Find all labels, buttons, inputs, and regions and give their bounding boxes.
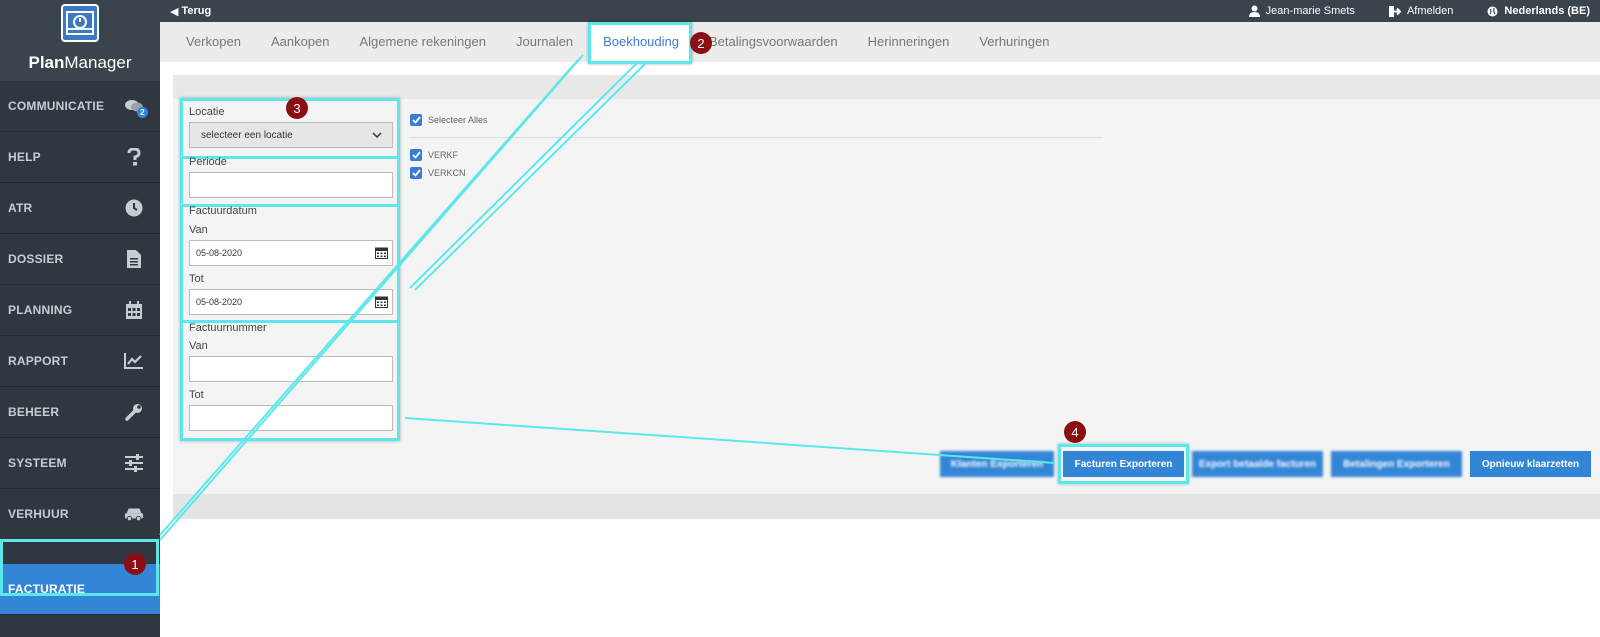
user-menu[interactable]: Jean-marie Smets: [1248, 5, 1355, 17]
tab-aankopen[interactable]: Aankopen: [271, 22, 330, 62]
logo-area: PlanManager: [0, 0, 160, 81]
checkbox-divider: [409, 137, 1102, 138]
notification-badge: 2: [137, 107, 148, 118]
tab-algemene-rekeningen[interactable]: Algemene rekeningen: [360, 22, 486, 62]
locatie-label: Locatie: [189, 106, 225, 118]
locatie-select[interactable]: selecteer een locatie: [189, 122, 393, 148]
language-selector[interactable]: Nederlands (BE): [1487, 5, 1590, 17]
user-icon: [1248, 5, 1260, 17]
sidebar-item-planning[interactable]: PLANNING: [0, 285, 160, 336]
sidebar-item-label: PLANNING: [8, 303, 73, 317]
tab-herinneringen[interactable]: Herinneringen: [868, 22, 950, 62]
sidebar-item-label: RAPPORT: [8, 354, 69, 368]
sliders-icon: [124, 453, 144, 473]
back-link[interactable]: ◀ Terug: [170, 5, 211, 18]
tab-bar: Verkopen Aankopen Algemene rekeningen Jo…: [160, 22, 1600, 62]
sidebar-item-dossier[interactable]: DOSSIER: [0, 234, 160, 285]
calendar-icon: [124, 300, 144, 320]
panel-footer: [173, 494, 1600, 519]
number-to-field[interactable]: [189, 405, 393, 431]
sidebar-item-beheer[interactable]: BEHEER: [0, 387, 160, 438]
sidebar-item-label: BEHEER: [8, 405, 60, 419]
car-icon: [124, 504, 144, 524]
date-to-field[interactable]: 05-08-2020: [189, 289, 393, 315]
document-icon: [124, 249, 144, 269]
wrench-icon: [124, 402, 144, 422]
sidebar-item-communicatie[interactable]: COMMUNICATIE 2: [0, 81, 160, 132]
sidebar-item-systeem[interactable]: SYSTEEM: [0, 438, 160, 489]
tab-verkopen[interactable]: Verkopen: [186, 22, 241, 62]
tab-journalen[interactable]: Journalen: [516, 22, 573, 62]
checkmark-icon: [410, 167, 422, 179]
step-marker-3: 3: [286, 97, 308, 119]
top-bar: ◀ Terug Jean-marie Smets Afmelden Nederl…: [160, 0, 1600, 22]
sidebar-item-label: VERHUUR: [8, 507, 69, 521]
panel-header: [173, 75, 1600, 99]
factuurdatum-label: Factuurdatum: [189, 205, 257, 217]
number-from-field[interactable]: [189, 356, 393, 382]
number-to-label: Tot: [189, 389, 204, 401]
globe-icon: [1487, 6, 1498, 16]
app-name: PlanManager: [28, 53, 132, 72]
tab-highlight-box: [588, 22, 692, 64]
triangle-left-icon: ◀: [170, 5, 179, 18]
date-from-field[interactable]: 05-08-2020: [189, 240, 393, 266]
chevron-down-icon: [372, 132, 382, 139]
export-paid-invoices-button[interactable]: Export betaalde facturen: [1192, 451, 1323, 477]
calendar-icon[interactable]: [375, 295, 388, 308]
clock-icon: [124, 198, 144, 218]
export-payments-button[interactable]: Betalingen Exporteren: [1331, 451, 1462, 477]
journal-checkbox-verkcn[interactable]: VERKCN: [410, 167, 466, 179]
sidebar-item-rapport[interactable]: RAPPORT: [0, 336, 160, 387]
chart-icon: [124, 351, 144, 371]
sidebar-item-atr[interactable]: ATR: [0, 183, 160, 234]
date-to-label: Tot: [189, 273, 204, 285]
step-marker-1: 1: [124, 553, 146, 575]
date-from-label: Van: [189, 224, 208, 236]
sidebar-item-label: DOSSIER: [8, 252, 64, 266]
sidebar-item-label: ATR: [8, 201, 33, 215]
sidebar-item-label: HELP: [8, 150, 41, 164]
checkmark-icon: [410, 149, 422, 161]
step-marker-4: 4: [1064, 421, 1086, 443]
checkmark-icon: [410, 114, 422, 126]
periode-label: Periode: [189, 156, 227, 168]
export-invoices-button[interactable]: Facturen Exporteren: [1063, 451, 1184, 477]
filter-highlight-box: [180, 98, 400, 441]
tab-verhuringen[interactable]: Verhuringen: [979, 22, 1049, 62]
step-marker-2: 2: [690, 32, 712, 54]
export-clients-button[interactable]: Klanten Exporteren: [940, 451, 1054, 477]
sidebar-item-label: SYSTEEM: [8, 456, 67, 470]
number-from-label: Van: [189, 340, 208, 352]
question-icon: [124, 147, 144, 167]
chat-icon: 2: [124, 96, 148, 118]
journal-checkbox-verkf[interactable]: VERKF: [410, 149, 458, 161]
app-logo-icon[interactable]: [61, 4, 99, 42]
sidebar-item-verhuur[interactable]: VERHUUR: [0, 489, 160, 540]
factuurnummer-label: Factuurnummer: [189, 322, 267, 334]
sidebar-item-label: COMMUNICATIE: [8, 99, 105, 113]
calendar-icon[interactable]: [375, 246, 388, 259]
periode-field[interactable]: [189, 172, 393, 198]
logout-link[interactable]: Afmelden: [1388, 5, 1453, 17]
select-all-checkbox[interactable]: Selecteer Alles: [410, 114, 488, 126]
reset-button[interactable]: Opnieuw klaarzetten: [1470, 451, 1591, 477]
logout-icon: [1388, 5, 1401, 17]
tab-betalingsvoorwaarden[interactable]: Betalingsvoorwaarden: [709, 22, 838, 62]
sidebar-item-help[interactable]: HELP: [0, 132, 160, 183]
